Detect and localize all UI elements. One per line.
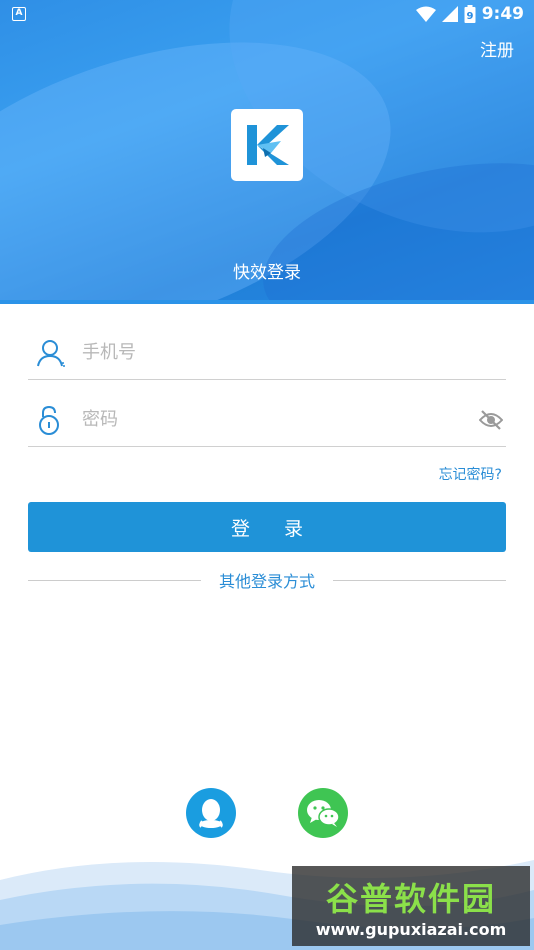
wechat-login-button[interactable] (298, 788, 348, 838)
battery-level: 9 (466, 11, 473, 22)
watermark: 谷普软件园 www.gupuxiazai.com (292, 866, 530, 946)
clock-time: 9:49 (481, 4, 524, 24)
battery-icon: 9 (464, 5, 476, 23)
user-icon (28, 333, 68, 373)
register-link[interactable]: 注册 (480, 36, 514, 61)
wifi-icon (415, 6, 436, 22)
app-logo (231, 109, 303, 181)
notification-icon: A (12, 7, 26, 21)
app-title: 快效登录 (233, 263, 301, 283)
password-field (28, 393, 506, 447)
signal-icon (441, 6, 458, 22)
divider (28, 579, 201, 581)
login-button[interactable]: 登 录 (28, 502, 506, 552)
forgot-password-link[interactable]: 忘记密码? (439, 464, 502, 484)
qq-login-button[interactable] (186, 788, 236, 838)
phone-input[interactable] (68, 342, 506, 363)
banner-bottom-line (0, 300, 534, 304)
watermark-url: www.gupuxiazai.com (315, 919, 507, 939)
status-bar: A 9 9:49 (0, 0, 534, 28)
other-login-label: 其他登录方式 (219, 572, 316, 591)
divider (333, 579, 507, 581)
qq-icon (199, 799, 223, 828)
k-paper-plane-logo-icon (247, 125, 289, 165)
wechat-icon (307, 800, 340, 827)
password-input[interactable] (68, 409, 476, 430)
eye-off-icon[interactable] (476, 405, 506, 435)
lock-icon (28, 400, 68, 440)
watermark-title: 谷普软件园 (325, 879, 496, 918)
phone-field (28, 326, 506, 380)
other-login-divider: 其他登录方式 (28, 568, 507, 592)
